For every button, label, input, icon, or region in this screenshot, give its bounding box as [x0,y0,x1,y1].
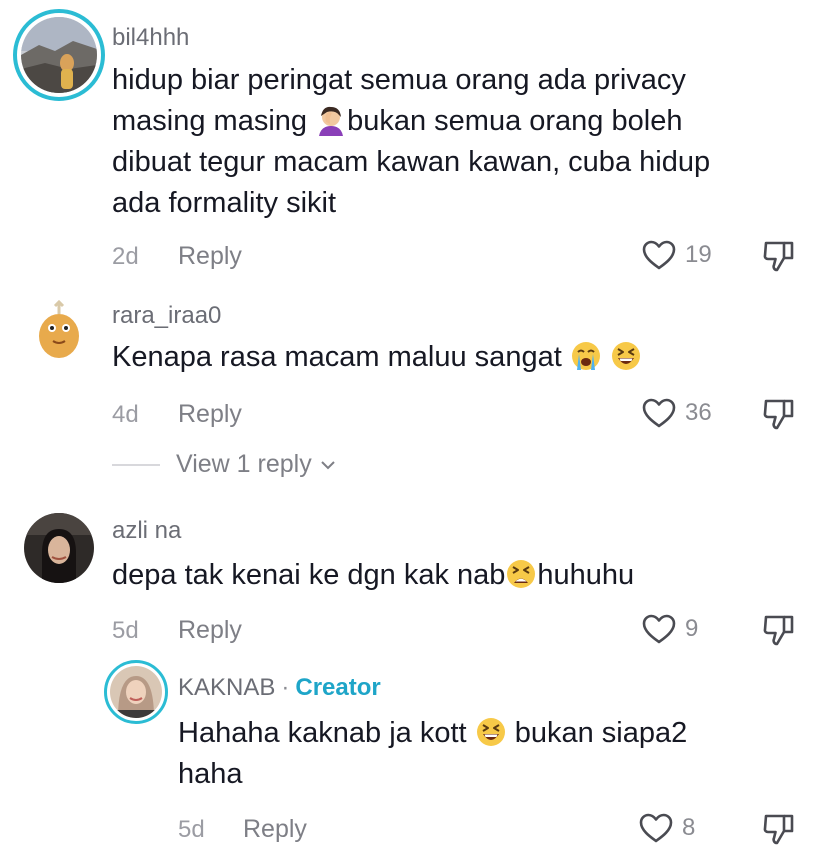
comment-item: azli na depa tak kenai ke dgn kak nab huh… [0,505,828,655]
reply-text: Hahaha kaknab ja kott bukan siapa2 haha [178,713,798,795]
like-count: 19 [685,241,712,268]
view-replies-button[interactable]: View 1 reply [112,450,338,479]
dislike-button[interactable] [761,811,797,852]
comment-text: depa tak kenai ke dgn kak nab huhuhu [112,555,812,596]
reply-button[interactable]: Reply [178,242,242,271]
comment-timestamp: 2d [112,243,139,270]
comment-text-line: hidup biar peringat semua orang ada priv… [112,64,686,96]
separator-dot: · [281,674,290,701]
comment-text-line: ada formality sikit [112,187,337,219]
reply-item: KAKNAB · Creator Hahaha kaknab ja kott buk… [0,655,828,865]
person-facepalming-emoji [319,106,344,136]
comment-text: Kenapa rasa macam maluu sangat [112,337,812,378]
comment-text-fragment: bukan semua orang boleh [347,105,683,137]
comment-username[interactable]: bil4hhh [112,24,189,52]
comment-text-fragment: depa tak kenai ke dgn kak nab [112,559,506,591]
like-button[interactable]: 36 [641,397,712,429]
comment-username[interactable]: rara_iraa0 [112,302,221,330]
like-button[interactable]: 9 [641,613,698,645]
like-count: 8 [682,814,696,841]
thumbs-down-icon [763,241,794,272]
comment-username[interactable]: azli na [112,517,181,545]
comment-text: hidup biar peringat semua orang ada priv… [112,60,812,224]
thumbs-down-icon [763,399,794,430]
grinning-squinting-face-emoji [476,718,505,746]
reply-username[interactable]: KAKNAB [178,674,275,701]
view-replies-label: View 1 reply [176,450,312,478]
like-count: 9 [685,615,699,642]
comment-item: rara_iraa0 Kenapa rasa macam maluu sanga… [0,290,828,490]
comment-text-line: dibuat tegur macam kawan kawan, cuba hid… [112,146,711,178]
heart-icon [642,614,676,644]
chevron-down-icon [321,460,335,469]
comment-timestamp: 5d [112,617,139,644]
reply-button[interactable]: Reply [178,616,242,645]
grinning-squinting-face-emoji [611,342,640,370]
comment-timestamp: 4d [112,401,139,428]
comment-item: bil4hhh hidup biar peringat semua orang … [0,0,828,285]
like-count: 36 [685,399,712,426]
avatar[interactable] [24,296,94,366]
divider [112,463,160,466]
heart-icon [639,813,673,843]
heart-icon [642,398,676,428]
avatar[interactable] [24,513,94,583]
reply-text-fragment: bukan siapa2 [506,717,688,749]
heart-icon [642,240,676,270]
reply-button[interactable]: Reply [243,815,307,844]
tired-face-emoji [507,560,536,588]
reply-username-row: KAKNAB · Creator [178,674,381,702]
dislike-button[interactable] [761,612,797,653]
creator-badge: Creator [295,674,381,701]
reply-text-line: haha [178,758,243,790]
thumbs-down-icon [763,615,794,646]
reply-text-fragment: Hahaha kaknab ja kott [178,717,475,749]
reply-timestamp: 5d [178,816,205,843]
like-button[interactable]: 19 [641,239,712,271]
loudly-crying-face-emoji [571,342,600,370]
reply-text-line: Hahaha kaknab ja kott bukan siapa2 [178,713,798,754]
comment-text-fragment: huhuhu [537,559,635,591]
comment-text-fragment: Kenapa rasa macam maluu sangat [112,341,570,373]
comment-text-fragment: masing masing [112,105,316,137]
dislike-button[interactable] [761,396,797,437]
thumbs-down-icon [763,814,794,845]
avatar[interactable] [110,666,162,718]
reply-button[interactable]: Reply [178,400,242,429]
comment-text-line: masing masing bukan semua orang boleh [112,101,812,142]
like-button[interactable]: 8 [638,812,695,844]
avatar[interactable] [21,17,97,93]
dislike-button[interactable] [761,238,797,279]
